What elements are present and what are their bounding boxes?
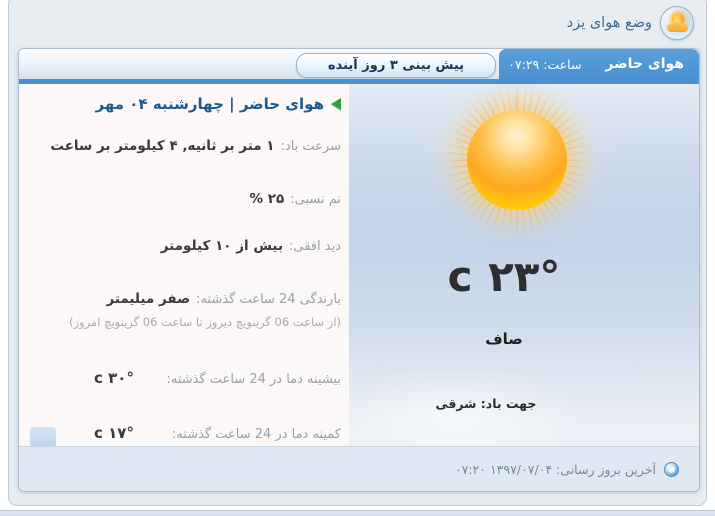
weather-panel: هوای حاضر ساعت: ۰۷:۲۹ پیش بینی ۳ روز آین… <box>18 48 700 492</box>
current-conditions-panel: ۲۳° c صاف جهت باد: شرقی <box>349 84 699 446</box>
wind-direction-text: جهت باد: شرقی <box>435 396 537 411</box>
detail-row: سرعت باد: ۱ متر بر ثانیه, ۴ کیلومتر بر سا… <box>19 138 341 156</box>
detail-row: کمینه دما در 24 ساعت گذشته: ۱۷° c <box>19 424 341 444</box>
details-heading-row: هوای حاضر | چهارشنبه ۰۴ مهر <box>19 94 341 114</box>
forecast-button[interactable]: پیش بینی ۳ روز آینده <box>296 53 496 78</box>
green-arrow-icon <box>331 98 341 110</box>
detail-label: بیشینه دما در 24 ساعت گذشته: <box>166 372 341 387</box>
detail-value: ۳۰° c <box>94 369 134 387</box>
detail-value: ۱ متر بر ثانیه, ۴ کیلومتر بر ساعت <box>50 138 275 154</box>
detail-label: دید افقی: <box>289 239 341 254</box>
window-header: وضع هوای یزد <box>9 0 706 44</box>
clock-icon <box>664 461 679 477</box>
detail-row: نم نسبی: ۲۵ % <box>19 191 341 209</box>
details-heading: هوای حاضر | چهارشنبه ۰۴ مهر <box>95 95 324 113</box>
content-area: ۲۳° c صاف جهت باد: شرقی هوای حاضر | چهار… <box>19 84 699 446</box>
detail-label: سرعت باد: <box>280 139 341 154</box>
tab-time-label: ساعت: ۰۷:۲۹ <box>508 56 582 72</box>
detail-label: نم نسبی: <box>290 192 341 207</box>
last-update-label: آخرین بروز رسانی: <box>556 461 656 477</box>
detail-value: ۱۷° c <box>94 424 134 442</box>
last-update-value: ۱۳۹۷/۰۷/۰۴ ۰۷:۲۰ <box>454 461 553 477</box>
detail-label: کمینه دما در 24 ساعت گذشته: <box>171 427 341 442</box>
page-title: وضع هوای یزد <box>566 15 652 31</box>
detail-label: بارندگی 24 ساعت گذشته: <box>196 292 341 307</box>
detail-value: صفر میلیمتر <box>106 291 191 307</box>
tab-active-group: هوای حاضر ساعت: ۰۷:۲۹ <box>499 49 699 79</box>
detail-row: دید افقی: بیش از ۱۰ کیلومتر <box>19 238 341 256</box>
detail-note: (از ساعت 06 گرینویچ دیروز تا ساعت 06 گری… <box>69 315 341 329</box>
last-update-text: آخرین بروز رسانی: ۱۳۹۷/۰۷/۰۴ ۰۷:۲۰ <box>455 462 656 477</box>
detail-value: بیش از ۱۰ کیلومتر <box>160 238 284 254</box>
mini-cloud-icon <box>667 19 688 32</box>
condition-text: صاف <box>485 330 523 348</box>
detail-value: ۲۵ % <box>249 191 285 207</box>
sun-behind-cloud-icon[interactable] <box>660 6 694 40</box>
window-container: وضع هوای یزد هوای حاضر ساعت: ۰۷:۲۹ پیش ب… <box>8 0 707 506</box>
detail-row: بیشینه دما در 24 ساعت گذشته: ۳۰° c <box>19 369 341 389</box>
detail-row: بارندگی 24 ساعت گذشته: صفر میلیمتر <box>19 291 341 309</box>
tab-current-weather[interactable]: هوای حاضر <box>605 56 684 72</box>
page-bottom-strip <box>0 510 715 516</box>
weather-details-panel: هوای حاضر | چهارشنبه ۰۴ مهر سرعت باد: ۱ م… <box>19 84 349 446</box>
decorative-chip <box>30 427 56 446</box>
current-temperature: ۲۳° c <box>447 252 561 301</box>
weather-details-list: سرعت باد: ۱ متر بر ثانیه, ۴ کیلومتر بر سا… <box>19 138 341 444</box>
sun-graphic <box>467 110 567 210</box>
panel-footer: آخرین بروز رسانی: ۱۳۹۷/۰۷/۰۴ ۰۷:۲۰ <box>19 446 699 491</box>
tab-bar: هوای حاضر ساعت: ۰۷:۲۹ پیش بینی ۳ روز آین… <box>19 49 699 79</box>
